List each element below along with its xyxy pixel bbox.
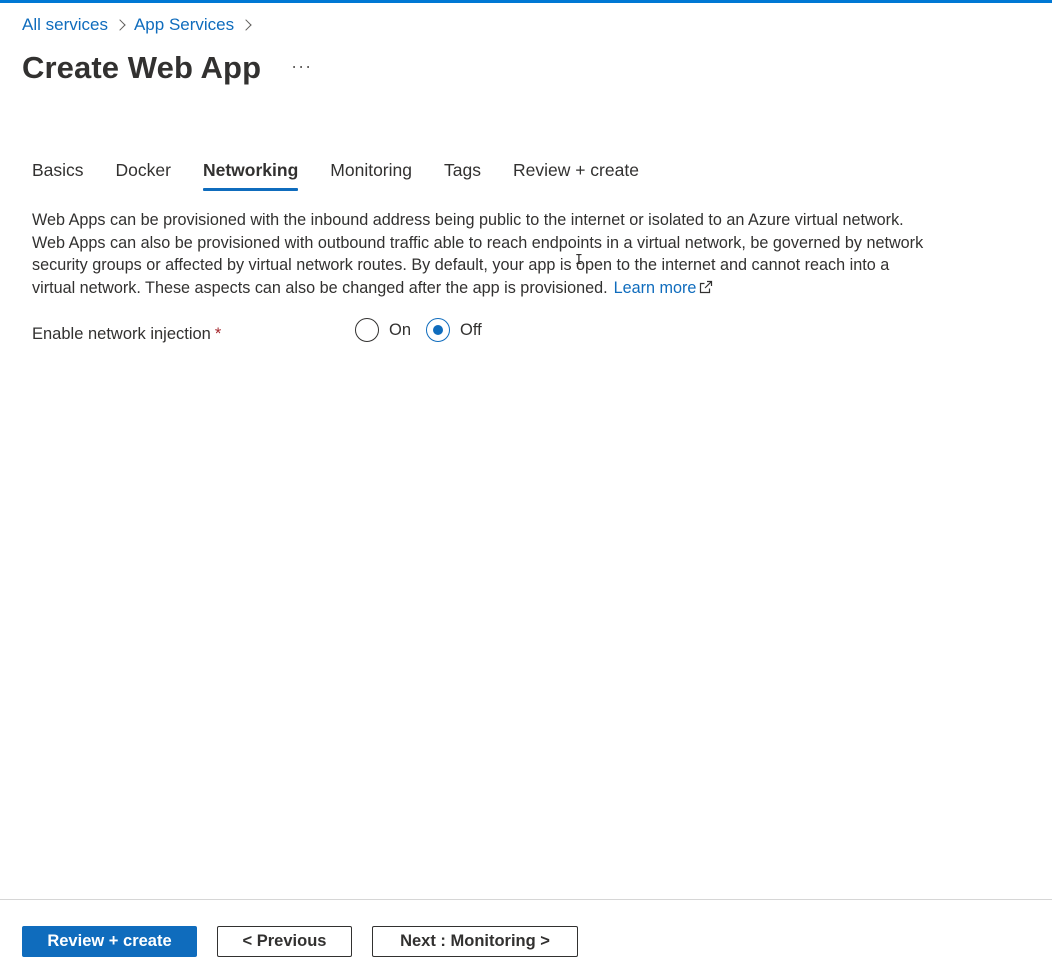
- review-create-button[interactable]: Review + create: [22, 926, 197, 957]
- tab-networking[interactable]: Networking: [202, 160, 299, 191]
- radio-on-label: On: [389, 320, 412, 339]
- network-injection-field: Enable network injection * On Off: [32, 318, 632, 348]
- top-accent-bar: [0, 0, 1052, 3]
- radio-off-label: Off: [460, 320, 482, 339]
- breadcrumb: All services App Services: [22, 15, 260, 35]
- chevron-right-icon: [108, 15, 134, 35]
- tab-docker[interactable]: Docker: [116, 160, 171, 191]
- radio-off[interactable]: Off: [426, 318, 482, 342]
- next-monitoring-button[interactable]: Next : Monitoring >: [372, 926, 578, 957]
- radio-off-circle[interactable]: [426, 318, 451, 342]
- breadcrumb-all-services[interactable]: All services: [22, 15, 108, 35]
- tab-monitoring[interactable]: Monitoring: [330, 160, 412, 191]
- networking-description: Web Apps can be provisioned with the inb…: [32, 209, 932, 299]
- footer-divider: [0, 899, 1052, 900]
- chevron-right-icon: [234, 15, 260, 35]
- required-asterisk: *: [214, 325, 222, 343]
- previous-button[interactable]: < Previous: [217, 926, 352, 957]
- text-cursor-icon: I: [575, 253, 583, 268]
- network-injection-label: Enable network injection *: [32, 325, 221, 344]
- description-text: Web Apps can be provisioned with the inb…: [32, 211, 924, 297]
- learn-more-link[interactable]: Learn more: [614, 279, 714, 297]
- breadcrumb-app-services[interactable]: App Services: [134, 15, 234, 35]
- network-injection-radio-group: On Off: [355, 318, 497, 342]
- external-link-icon: [700, 280, 713, 293]
- tab-basics[interactable]: Basics: [32, 160, 84, 191]
- tab-review-create[interactable]: Review + create: [513, 160, 639, 191]
- learn-more-label: Learn more: [613, 278, 697, 297]
- wizard-tabs: Basics Docker Networking Monitoring Tags…: [32, 160, 671, 191]
- page-title: Create Web App: [22, 50, 262, 85]
- radio-on[interactable]: On: [355, 318, 411, 342]
- more-options-icon[interactable]: ···: [291, 56, 312, 77]
- radio-on-circle[interactable]: [355, 318, 379, 342]
- tab-tags[interactable]: Tags: [444, 160, 481, 191]
- network-injection-label-text: Enable network injection: [32, 325, 211, 343]
- title-row: Create Web App ···: [22, 50, 312, 86]
